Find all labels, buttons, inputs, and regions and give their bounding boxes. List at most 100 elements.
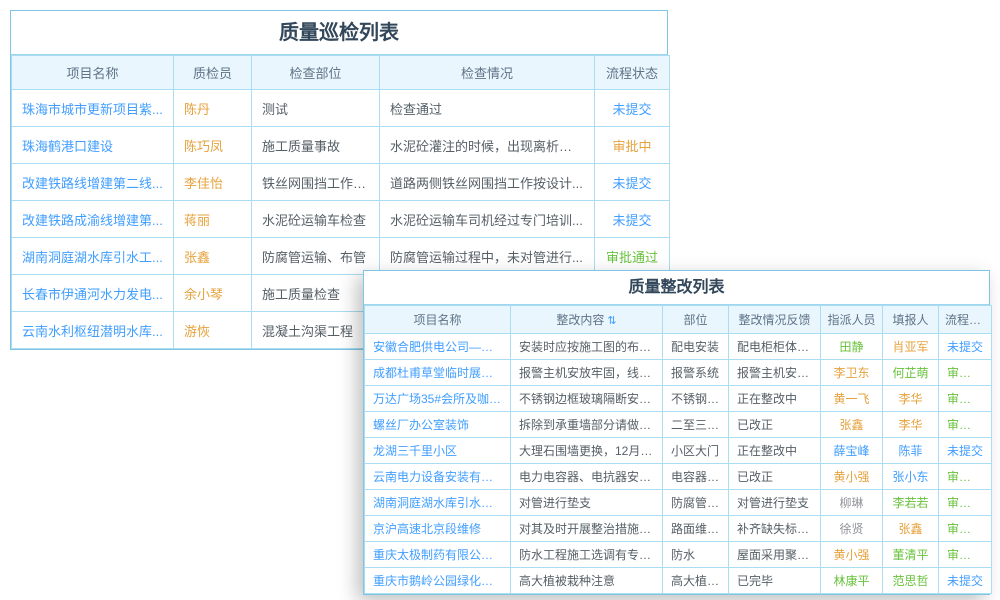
project-name-link[interactable]: 螺丝厂办公室装饰 bbox=[365, 412, 511, 438]
rectification-table-row[interactable]: 万达广场35#会所及咖啡厅空... 不锈钢边框玻璃隔断安装不牢... 不锈钢安装… bbox=[365, 386, 992, 412]
rectify-feedback: 对管进行垫支 bbox=[729, 490, 821, 516]
assignee-name: 李卫东 bbox=[821, 360, 883, 386]
rectify-feedback: 报警主机安放... bbox=[729, 360, 821, 386]
project-name-link[interactable]: 云南电力设备安装有限公司20... bbox=[365, 464, 511, 490]
assignee-name: 林康平 bbox=[821, 568, 883, 594]
inspection-table-row[interactable]: 改建铁路线增建第二线... 李佳怡 铁丝网围挡工作检查 道路两侧铁丝网围挡工作按… bbox=[12, 164, 670, 201]
rectification-table-row[interactable]: 湖南洞庭湖水库引水工程施工标 对管进行垫支 防腐管运输... 对管进行垫支 柳琳… bbox=[365, 490, 992, 516]
col-header-project: 项目名称 bbox=[365, 306, 511, 334]
col-header-part: 部位 bbox=[663, 306, 729, 334]
rectify-part: 不锈钢安装... bbox=[663, 386, 729, 412]
project-name-link[interactable]: 湖南洞庭湖水库引水工... bbox=[12, 238, 174, 275]
status-badge: 未提交 bbox=[939, 334, 992, 360]
inspector-name: 李佳怡 bbox=[174, 164, 252, 201]
filler-name: 李华 bbox=[883, 386, 939, 412]
assignee-name: 柳琳 bbox=[821, 490, 883, 516]
rectification-table-row[interactable]: 安徽合肥供电公司—配电设备... 安装时应按施工图的布置，将... 配电安装 配… bbox=[365, 334, 992, 360]
project-name-link[interactable]: 安徽合肥供电公司—配电设备... bbox=[365, 334, 511, 360]
col-header-filler: 填报人 bbox=[883, 306, 939, 334]
project-name-link[interactable]: 云南水利枢纽潜明水库... bbox=[12, 312, 174, 349]
project-name-link[interactable]: 成都杜甫草堂临时展厅独立展... bbox=[365, 360, 511, 386]
rectify-part: 配电安装 bbox=[663, 334, 729, 360]
status-badge: 审批通过 bbox=[939, 360, 992, 386]
rectification-table: 项目名称 整改内容⇅ 部位 整改情况反馈 指派人员 填报人 流程状态 安徽合肥供… bbox=[364, 305, 992, 594]
inspection-table-row[interactable]: 珠海鹤港口建设 陈巧凤 施工质量事故 水泥砼灌注的时候，出现离析现象 审批中 bbox=[12, 127, 670, 164]
project-name-link[interactable]: 京沪高速北京段维修 bbox=[365, 516, 511, 542]
rectify-content: 对其及时开展整治措施，桥头... bbox=[511, 516, 663, 542]
rectification-table-row[interactable]: 龙湖三千里小区 大理石围墙更换，12月31日之... 小区大门 正在整改中 薛宝… bbox=[365, 438, 992, 464]
col-header-content[interactable]: 整改内容⇅ bbox=[511, 306, 663, 334]
project-name-link[interactable]: 长春市伊通河水力发电... bbox=[12, 275, 174, 312]
filler-name: 李华 bbox=[883, 412, 939, 438]
col-header-project: 项目名称 bbox=[12, 56, 174, 90]
status-badge: 未提交 bbox=[595, 201, 670, 238]
inspection-part: 施工质量事故 bbox=[252, 127, 380, 164]
status-badge: 审批通过 bbox=[939, 516, 992, 542]
inspection-situation: 防腐管运输过程中，未对管进行... bbox=[380, 238, 595, 275]
inspection-situation: 水泥砼运输车司机经过专门培训... bbox=[380, 201, 595, 238]
status-badge: 审批通过 bbox=[595, 238, 670, 275]
col-header-feedback: 整改情况反馈 bbox=[729, 306, 821, 334]
project-name-link[interactable]: 珠海鹤港口建设 bbox=[12, 127, 174, 164]
inspection-situation: 水泥砼灌注的时候，出现离析现象 bbox=[380, 127, 595, 164]
status-badge: 审批通过 bbox=[939, 412, 992, 438]
rectify-content: 报警主机安放牢固，线缆连接... bbox=[511, 360, 663, 386]
rectify-feedback: 已完毕 bbox=[729, 568, 821, 594]
col-header-status: 流程状态 bbox=[939, 306, 992, 334]
rectification-table-row[interactable]: 京沪高速北京段维修 对其及时开展整治措施，桥头... 路面维修检... 补齐缺失… bbox=[365, 516, 992, 542]
filler-name: 董清平 bbox=[883, 542, 939, 568]
inspector-name: 游恢 bbox=[174, 312, 252, 349]
assignee-name: 黄小强 bbox=[821, 542, 883, 568]
project-name-link[interactable]: 改建铁路线增建第二线... bbox=[12, 164, 174, 201]
rectification-table-row[interactable]: 重庆太极制药有限公司亳州中... 防水工程施工选调有专业资质... 防水 屋面采… bbox=[365, 542, 992, 568]
status-badge: 未提交 bbox=[939, 438, 992, 464]
status-badge: 未提交 bbox=[939, 568, 992, 594]
assignee-name: 黄小强 bbox=[821, 464, 883, 490]
project-name-link[interactable]: 重庆市鹅岭公园绿化景观提升... bbox=[365, 568, 511, 594]
rectify-part: 路面维修检... bbox=[663, 516, 729, 542]
col-header-part: 检查部位 bbox=[252, 56, 380, 90]
project-name-link[interactable]: 重庆太极制药有限公司亳州中... bbox=[365, 542, 511, 568]
inspection-part: 测试 bbox=[252, 90, 380, 127]
rectification-table-row[interactable]: 重庆市鹅岭公园绿化景观提升... 高大植被栽种注意 高大植被栽种 已完毕 林康平… bbox=[365, 568, 992, 594]
rectify-content: 对管进行垫支 bbox=[511, 490, 663, 516]
project-name-link[interactable]: 龙湖三千里小区 bbox=[365, 438, 511, 464]
rectify-part: 二至三楼混... bbox=[663, 412, 729, 438]
status-badge: 未提交 bbox=[595, 90, 670, 127]
rectification-header-row: 项目名称 整改内容⇅ 部位 整改情况反馈 指派人员 填报人 流程状态 bbox=[365, 306, 992, 334]
filler-name: 范思哲 bbox=[883, 568, 939, 594]
rectify-feedback: 正在整改中 bbox=[729, 386, 821, 412]
status-badge: 审批通过 bbox=[939, 542, 992, 568]
assignee-name: 薛宝峰 bbox=[821, 438, 883, 464]
inspection-part: 铁丝网围挡工作检查 bbox=[252, 164, 380, 201]
rectification-table-row[interactable]: 螺丝厂办公室装饰 拆除到承重墙部分请做好加固... 二至三楼混... 已改正 张… bbox=[365, 412, 992, 438]
rectify-part: 防水 bbox=[663, 542, 729, 568]
project-name-link[interactable]: 万达广场35#会所及咖啡厅空... bbox=[365, 386, 511, 412]
assignee-name: 黄一飞 bbox=[821, 386, 883, 412]
inspection-table-row[interactable]: 改建铁路成渝线增建第... 蒋丽 水泥砼运输车检查 水泥砼运输车司机经过专门培训… bbox=[12, 201, 670, 238]
project-name-link[interactable]: 改建铁路成渝线增建第... bbox=[12, 201, 174, 238]
sort-icon[interactable]: ⇅ bbox=[607, 315, 616, 327]
rectification-table-row[interactable]: 成都杜甫草堂临时展厅独立展... 报警主机安放牢固，线缆连接... 报警系统 报… bbox=[365, 360, 992, 386]
inspector-name: 余小琴 bbox=[174, 275, 252, 312]
col-header-situation: 检查情况 bbox=[380, 56, 595, 90]
filler-name: 张鑫 bbox=[883, 516, 939, 542]
project-name-link[interactable]: 珠海市城市更新项目紫... bbox=[12, 90, 174, 127]
rectification-panel: 质量整改列表 项目名称 整改内容⇅ 部位 整改情况反馈 指派人员 填报人 流程状… bbox=[363, 270, 990, 595]
rectify-feedback: 正在整改中 bbox=[729, 438, 821, 464]
inspector-name: 张鑫 bbox=[174, 238, 252, 275]
inspection-table-row[interactable]: 湖南洞庭湖水库引水工... 张鑫 防腐管运输、布管 防腐管运输过程中，未对管进行… bbox=[12, 238, 670, 275]
inspector-name: 蒋丽 bbox=[174, 201, 252, 238]
rectify-feedback: 已改正 bbox=[729, 412, 821, 438]
inspection-part: 防腐管运输、布管 bbox=[252, 238, 380, 275]
assignee-name: 徐贤 bbox=[821, 516, 883, 542]
rectify-content: 拆除到承重墙部分请做好加固... bbox=[511, 412, 663, 438]
assignee-name: 田静 bbox=[821, 334, 883, 360]
rectify-content: 电力电容器、电抗器安装方案... bbox=[511, 464, 663, 490]
status-badge: 审批中 bbox=[595, 127, 670, 164]
rectification-table-row[interactable]: 云南电力设备安装有限公司20... 电力电容器、电抗器安装方案... 电容器安装… bbox=[365, 464, 992, 490]
inspection-table-row[interactable]: 珠海市城市更新项目紫... 陈丹 测试 检查通过 未提交 bbox=[12, 90, 670, 127]
rectify-feedback: 补齐缺失标志... bbox=[729, 516, 821, 542]
col-header-inspector: 质检员 bbox=[174, 56, 252, 90]
project-name-link[interactable]: 湖南洞庭湖水库引水工程施工标 bbox=[365, 490, 511, 516]
